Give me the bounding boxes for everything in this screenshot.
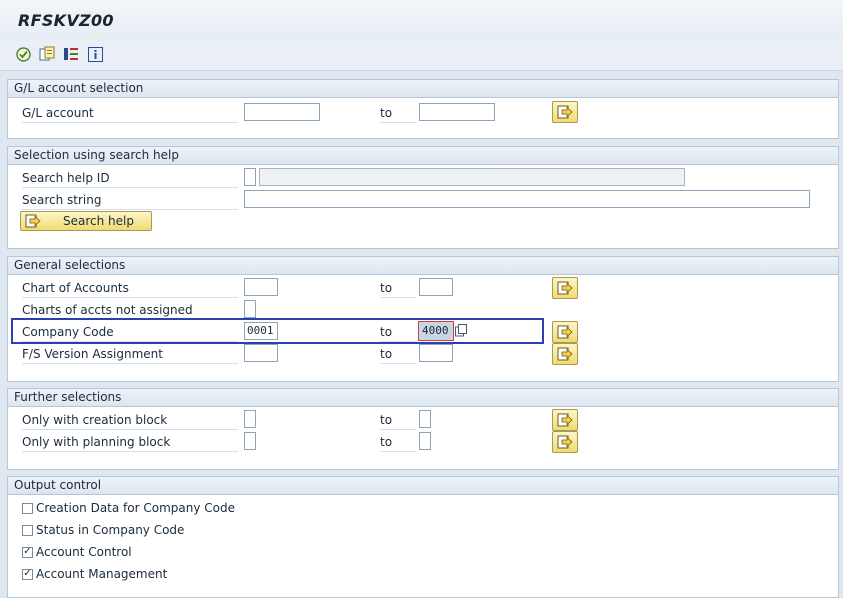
planning-block-label: Only with planning block [22,433,238,452]
to-label: to [380,323,416,342]
output-control-group: Output control Creation Data for Company… [7,476,839,598]
gl-account-selection-group: G/L account selection G/L account to [7,79,839,139]
multiple-selection-button[interactable] [552,343,578,365]
fs-version-from-input[interactable] [244,344,278,362]
charts-not-assigned-input[interactable] [244,300,256,318]
account-management-checkbox[interactable]: ✓ [22,568,33,580]
to-label: to [380,433,416,452]
search-help-id-label: Search help ID [22,169,238,188]
group-header: Output control [8,477,838,495]
page-title: RFSKVZ00 [18,11,114,30]
search-string-label: Search string [22,191,238,210]
gl-account-from-input[interactable] [244,103,320,121]
arrow-right-icon [557,435,573,449]
creation-data-checkbox-row[interactable]: Creation Data for Company Code [22,499,235,517]
arrow-right-icon [25,214,41,228]
group-header: G/L account selection [8,80,838,98]
search-string-input[interactable] [244,190,810,208]
status-label: Status in Company Code [36,523,185,537]
arrow-right-icon [557,347,573,361]
execute-icon[interactable] [14,45,32,63]
multiple-selection-button[interactable] [552,321,578,343]
account-management-label: Account Management [36,567,168,581]
account-control-checkbox-row[interactable]: ✓ Account Control [22,543,132,561]
fs-version-label: F/S Version Assignment [22,345,238,364]
application-toolbar [0,40,843,71]
arrow-right-icon [557,281,573,295]
group-header: Further selections [8,389,838,407]
group-header: General selections [8,257,838,275]
multiple-selection-button[interactable] [552,409,578,431]
creation-data-label: Creation Data for Company Code [36,501,235,515]
general-selections-group: General selections Chart of Accounts to … [7,256,839,382]
search-help-id-input[interactable] [244,168,256,186]
arrow-right-icon [557,105,573,119]
chart-of-accounts-label: Chart of Accounts [22,279,238,298]
info-icon[interactable] [86,45,104,63]
value-help-icon[interactable] [455,324,469,338]
planning-block-from-input[interactable] [244,432,256,450]
title-bar: RFSKVZ00 [0,0,843,40]
company-code-to-input[interactable]: 4000 [418,321,454,341]
gl-account-to-input[interactable] [419,103,495,121]
multiple-selection-button[interactable] [552,431,578,453]
group-header: Selection using search help [8,147,838,165]
account-control-label: Account Control [36,545,132,559]
account-management-checkbox-row[interactable]: ✓ Account Management [22,565,167,583]
to-label: to [380,279,416,298]
chart-of-accounts-to-input[interactable] [419,278,453,296]
to-label: to [380,345,416,364]
gl-account-label: G/L account [22,104,238,123]
chart-of-accounts-from-input[interactable] [244,278,278,296]
get-variant-icon[interactable] [38,45,56,63]
status-checkbox[interactable] [22,524,33,536]
further-selections-group: Further selections Only with creation bl… [7,388,839,470]
selection-options-icon[interactable] [62,45,80,63]
search-help-group: Selection using search help Search help … [7,146,839,249]
status-checkbox-row[interactable]: Status in Company Code [22,521,184,539]
creation-block-label: Only with creation block [22,411,238,430]
to-label: to [380,104,416,123]
arrow-right-icon [557,413,573,427]
creation-block-to-input[interactable] [419,410,431,428]
company-code-label: Company Code [22,323,238,342]
arrow-right-icon [557,325,573,339]
creation-data-checkbox[interactable] [22,502,33,514]
search-help-button-label: Search help [63,214,134,228]
planning-block-to-input[interactable] [419,432,431,450]
charts-not-assigned-label: Charts of accts not assigned [22,301,238,320]
search-help-id-description [259,168,685,186]
multiple-selection-button[interactable] [552,277,578,299]
search-help-button[interactable]: Search help [20,211,152,231]
creation-block-from-input[interactable] [244,410,256,428]
fs-version-to-input[interactable] [419,344,453,362]
company-code-from-input[interactable]: 0001 [244,322,278,340]
account-control-checkbox[interactable]: ✓ [22,546,33,558]
to-label: to [380,411,416,430]
multiple-selection-button[interactable] [552,101,578,123]
company-code-to-value: 4000 [422,324,449,337]
